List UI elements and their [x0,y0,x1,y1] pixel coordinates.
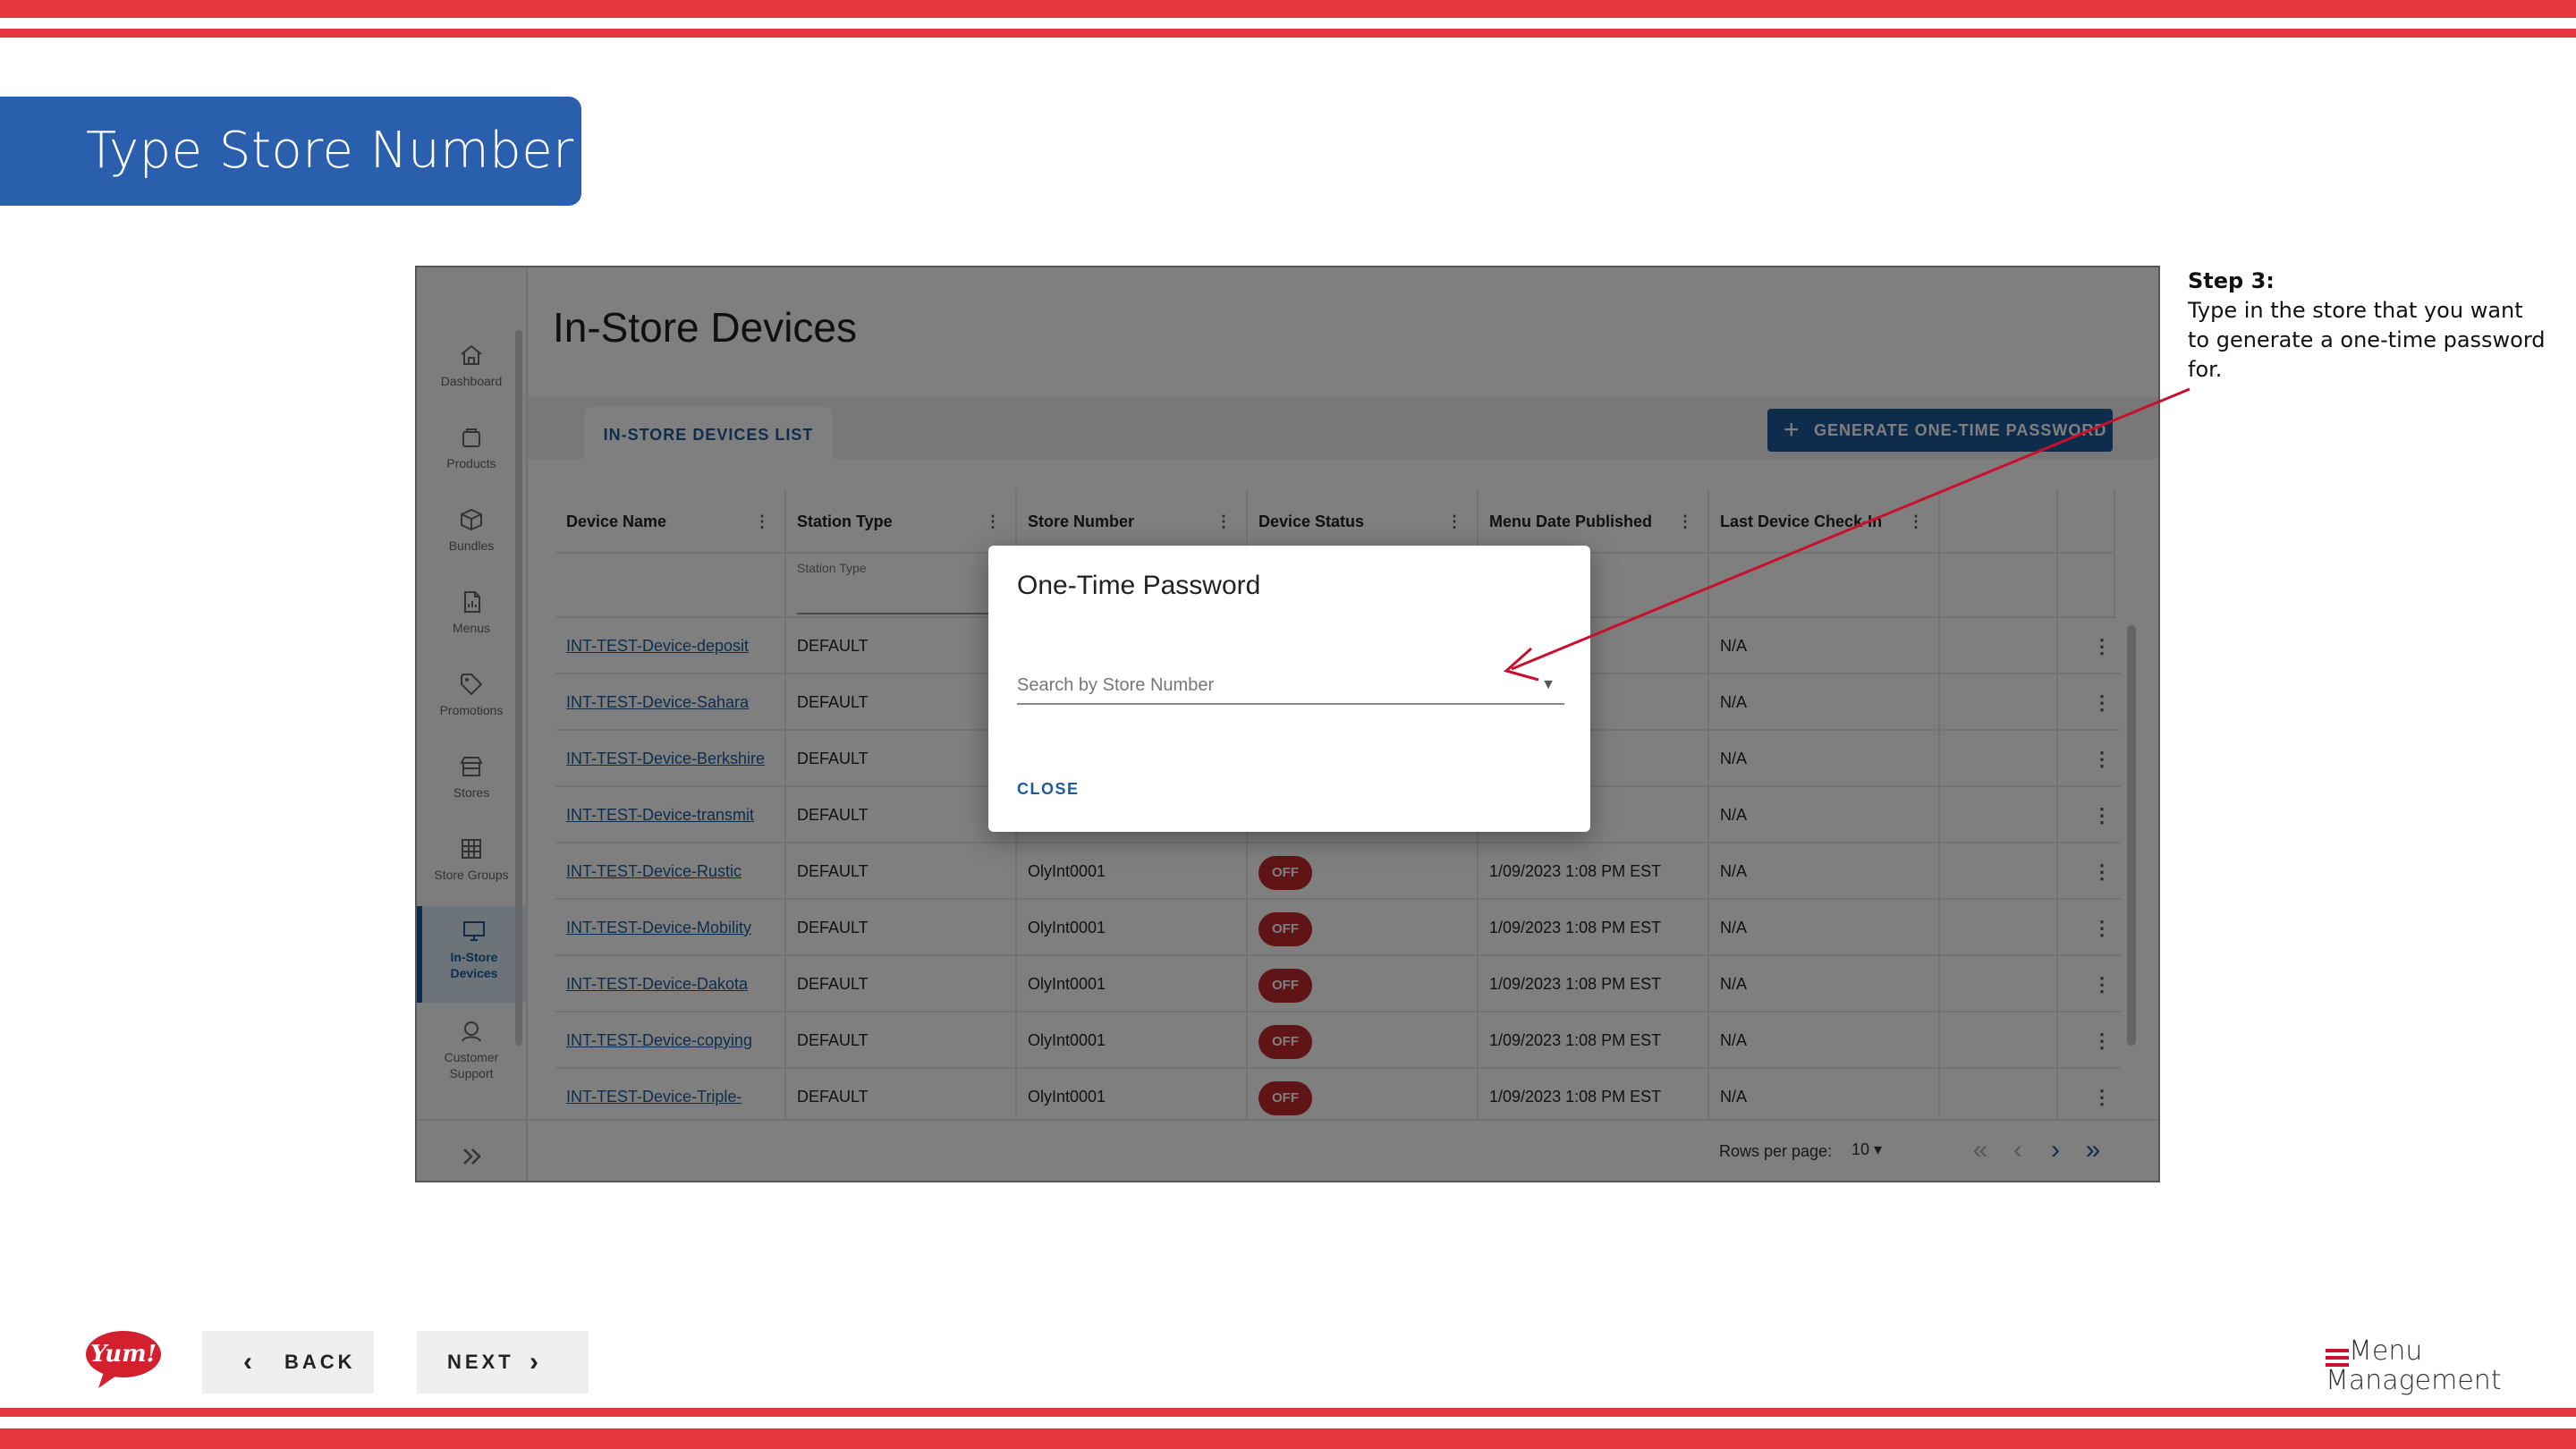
step-text: Type in the store that you want to gener… [2188,298,2546,382]
search-placeholder: Search by Store Number [1017,675,1215,695]
top-stripe-thin [0,29,2576,38]
next-button[interactable]: NEXT › [417,1331,589,1394]
menu-management-logo: Menu Management [2326,1335,2504,1396]
yum-logo-text: Yum! [90,1341,157,1368]
banner-title: Type Store Number [86,122,574,180]
close-button[interactable]: CLOSE [1017,780,1080,799]
yum-logo: Yum! [86,1331,161,1388]
logo-text-management: Management [2326,1365,2502,1396]
bottom-stripe [0,1428,2576,1449]
dialog-title: One-Time Password [1017,571,1261,600]
store-number-search-input[interactable]: Search by Store Number ▼ [1017,665,1564,705]
chevron-down-icon[interactable]: ▼ [1541,665,1555,705]
title-banner: Type Store Number [0,97,581,206]
back-label: BACK [284,1351,356,1373]
step-note: Step 3: Type in the store that you want … [2188,267,2546,385]
logo-text-menu: Menu [2349,1335,2423,1367]
top-stripe [0,0,2576,18]
back-button[interactable]: ‹ BACK [202,1331,374,1394]
chevron-right-icon: › [530,1347,538,1377]
bottom-stripe-thin [0,1408,2576,1417]
next-label: NEXT [447,1351,514,1373]
step-title: Step 3: [2188,268,2275,293]
app-screenshot: Dashboard Products Bundles Menus Promoti… [415,266,2160,1182]
one-time-password-dialog: One-Time Password Search by Store Number… [988,546,1590,832]
chevron-left-icon: ‹ [243,1347,252,1377]
